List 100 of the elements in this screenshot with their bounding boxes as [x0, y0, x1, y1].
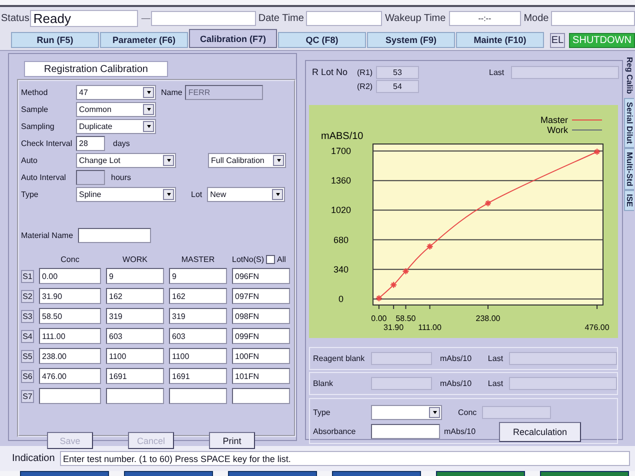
- column-header: Conc: [60, 254, 80, 264]
- column-header: MASTER: [180, 254, 216, 264]
- input-field[interactable]: 1100: [106, 348, 164, 364]
- field-label: Sampling: [21, 122, 56, 131]
- dropdown[interactable]: Spline: [76, 187, 176, 202]
- row-label: S7: [21, 390, 34, 402]
- field-label: Auto Interval: [21, 173, 67, 182]
- dropdown[interactable]: Change Lot: [76, 153, 176, 168]
- date-time-label: Date Time: [258, 12, 304, 24]
- row-label: S3: [21, 310, 34, 322]
- axis-tick-label: 238.00: [476, 314, 500, 323]
- mode-label: Mode: [524, 12, 549, 24]
- side-tab[interactable]: Multi-Std: [624, 148, 634, 190]
- field-label: R Lot No: [312, 67, 349, 77]
- row-label: S6: [21, 370, 34, 382]
- input-field[interactable]: 238.00: [39, 348, 101, 364]
- dropdown[interactable]: Common: [76, 102, 156, 117]
- separator: —: [141, 13, 152, 23]
- input-field[interactable]: 603: [169, 328, 227, 344]
- field-label: Blank: [313, 379, 334, 388]
- field-label: Check Interval: [21, 139, 74, 148]
- input-field[interactable]: 101FN: [232, 368, 290, 384]
- dropdown[interactable]: Full Calibration: [208, 153, 286, 168]
- axis-tick-label: 1360: [330, 176, 352, 186]
- axis-tick-label: 680: [333, 234, 349, 245]
- axis-label: mABS/10: [321, 131, 364, 142]
- tab[interactable]: QC (F8): [278, 32, 366, 48]
- status-label: Status: [1, 12, 30, 24]
- checkbox-label: All: [277, 254, 286, 264]
- input-field[interactable]: 9: [169, 268, 227, 284]
- field-label: days: [113, 139, 130, 148]
- field-label: Auto: [21, 156, 38, 165]
- input-field[interactable]: 100FN: [232, 348, 290, 364]
- input-field[interactable]: 319: [106, 308, 164, 324]
- message-field: Enter test number. (1 to 60) Press SPACE key for the list.: [60, 451, 630, 466]
- axis-tick-label: 0.00: [371, 314, 387, 323]
- side-tab[interactable]: Serial Dilut: [624, 98, 634, 148]
- unit-label: mAbs/10: [440, 354, 473, 363]
- axis-tick-label: 1020: [330, 205, 352, 216]
- input-field[interactable]: 1691: [106, 368, 164, 384]
- wakeup-time-label: Wakeup Time: [384, 12, 446, 24]
- input-field[interactable]: 162: [106, 288, 164, 304]
- input-field[interactable]: 319: [169, 308, 227, 324]
- indication-label: Indication: [12, 453, 56, 464]
- tab[interactable]: Run (F5): [11, 32, 99, 48]
- input-field[interactable]: 476.00: [39, 368, 101, 384]
- tab[interactable]: Calibration (F7): [189, 29, 277, 48]
- field-label: Method: [21, 88, 49, 97]
- row-label: S5: [21, 350, 34, 362]
- axis-tick-label: 111.00: [418, 323, 442, 332]
- field-label: Sample: [21, 105, 50, 114]
- tab[interactable]: System (F9): [367, 32, 455, 48]
- input-field[interactable]: 603: [106, 328, 164, 344]
- input-field[interactable]: 0.00: [39, 268, 101, 284]
- el-button[interactable]: EL: [550, 33, 565, 48]
- dropdown[interactable]: Duplicate: [76, 119, 156, 134]
- input-field[interactable]: 31.90: [39, 288, 101, 304]
- field-label: Type: [21, 190, 40, 199]
- axis-tick-label: 31.90: [384, 323, 404, 332]
- axis-tick-label: 0: [338, 294, 344, 304]
- value-field: 53: [376, 66, 419, 78]
- field-label: Name: [161, 88, 182, 97]
- dropdown[interactable]: New: [207, 187, 286, 202]
- input-field[interactable]: 1100: [169, 348, 227, 364]
- axis-tick-label: 340: [333, 264, 349, 274]
- status-field: Ready: [30, 10, 138, 26]
- field-label: Last: [488, 354, 504, 363]
- dropdown[interactable]: 47: [76, 85, 156, 100]
- input-field[interactable]: 097FN: [232, 288, 290, 304]
- tab[interactable]: Parameter (F6): [100, 32, 188, 48]
- field-label: Material Name: [21, 231, 74, 240]
- tab[interactable]: Mainte (F10): [456, 32, 544, 48]
- row-label: S4: [21, 330, 34, 342]
- input-field[interactable]: 098FN: [232, 308, 290, 324]
- panel-title: Registration Calibration: [24, 61, 168, 77]
- row-label: S1: [21, 270, 34, 282]
- input-field[interactable]: 28: [76, 136, 105, 151]
- button[interactable]: Print: [209, 432, 255, 449]
- input-field[interactable]: 111.00: [39, 328, 101, 344]
- field-label: Absorbance: [313, 427, 357, 436]
- input-field[interactable]: 162: [169, 288, 227, 304]
- field-label: Last: [489, 68, 506, 76]
- wakeup-time-field: --:--: [448, 10, 521, 26]
- field-label: Lot: [191, 190, 202, 199]
- axis-tick-label: 476.00: [584, 323, 610, 332]
- field-label: Last: [488, 379, 504, 388]
- field-label: (R1): [357, 68, 374, 76]
- row-label: S2: [21, 290, 34, 302]
- input-field[interactable]: 099FN: [232, 328, 290, 344]
- axis-tick-label: 1700: [330, 146, 352, 156]
- legend-label: Master: [540, 115, 568, 125]
- input-field[interactable]: 096FN: [232, 268, 290, 284]
- column-header: WORK: [122, 254, 148, 264]
- side-tab[interactable]: ISE: [624, 190, 634, 211]
- recalculation-button[interactable]: Recalculation: [499, 422, 581, 442]
- input-field[interactable]: 1691: [169, 368, 227, 384]
- input-field[interactable]: 58.50: [39, 308, 101, 324]
- field-label: Reagent blank: [313, 354, 366, 363]
- column-header: LotNo(S): [232, 254, 264, 264]
- input-field[interactable]: 9: [106, 268, 164, 284]
